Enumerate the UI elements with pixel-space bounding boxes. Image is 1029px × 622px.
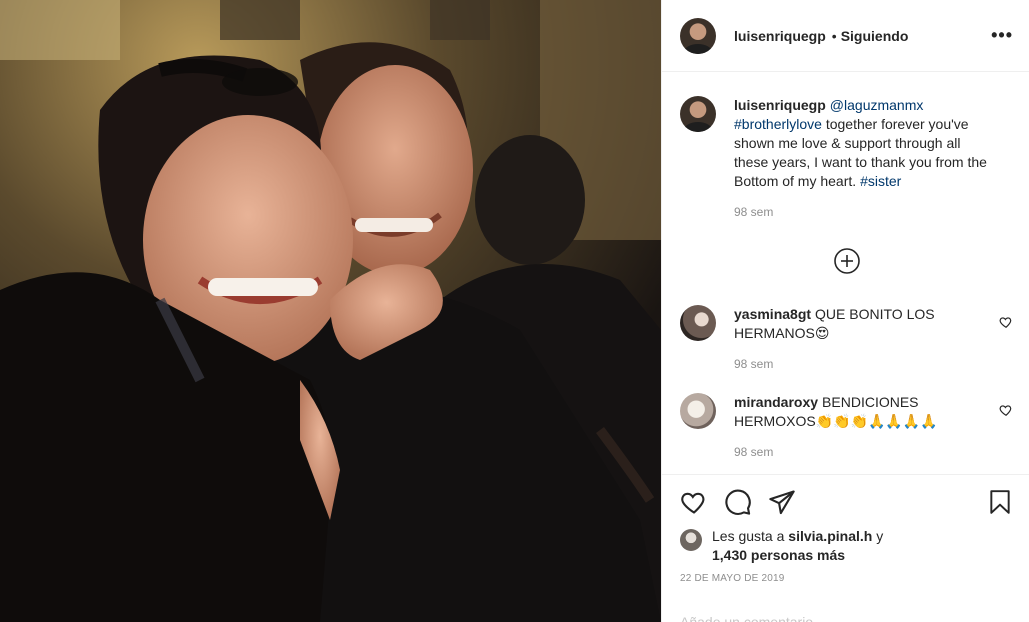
caption: luisenriquegp @laguzmanmx #brotherlylove …: [680, 96, 1013, 219]
likes-prefix: Les gusta a: [712, 528, 789, 544]
commenter-avatar[interactable]: [680, 393, 716, 429]
caption-hashtag-sister[interactable]: #sister: [860, 173, 901, 189]
post-actions: Les gusta a silvia.pinal.h y 1,430 perso…: [662, 474, 1029, 622]
comment-body: yasmina8gt QUE BONITO LOS HERMANOS😍 98 se…: [734, 305, 1013, 371]
post-date[interactable]: 22 DE MAYO DE 2019: [680, 573, 1013, 584]
follow-status-button[interactable]: Siguiendo: [841, 28, 909, 44]
bookmark-icon[interactable]: [987, 488, 1013, 516]
header-separator: •: [831, 27, 837, 44]
author-avatar[interactable]: [680, 17, 716, 54]
comment-emoji: 👏👏👏🙏🙏🙏🙏: [815, 413, 938, 429]
caption-body: luisenriquegp @laguzmanmx #brotherlylove …: [734, 96, 1013, 219]
instagram-post: luisenriquegp • Siguiendo ••• luisenriqu…: [0, 0, 1029, 622]
comment-body: mirandaroxy BENDICIONES HERMOXOS👏👏👏🙏🙏🙏🙏 9…: [734, 393, 1013, 459]
comment-time[interactable]: 98 sem: [734, 445, 991, 459]
load-more-comments[interactable]: [680, 247, 1013, 275]
comments-list: luisenriquegp @laguzmanmx #brotherlylove …: [662, 72, 1029, 474]
caption-username[interactable]: luisenriquegp: [734, 97, 826, 113]
comment-like-heart-icon[interactable]: [999, 315, 1013, 329]
add-comment-input[interactable]: Añade un comentario...: [680, 614, 1013, 622]
caption-text: luisenriquegp @laguzmanmx #brotherlylove …: [734, 96, 991, 191]
caption-author-avatar[interactable]: [680, 96, 716, 132]
heart-icon[interactable]: [680, 488, 708, 516]
comment-item: mirandaroxy BENDICIONES HERMOXOS👏👏👏🙏🙏🙏🙏 9…: [680, 393, 1013, 459]
likes-summary: Les gusta a silvia.pinal.h y 1,430 perso…: [680, 527, 1013, 565]
post-side-panel: luisenriquegp • Siguiendo ••• luisenriqu…: [661, 0, 1029, 622]
comment-like-heart-icon[interactable]: [999, 403, 1013, 417]
likes-text: Les gusta a silvia.pinal.h y 1,430 perso…: [712, 527, 883, 565]
comment-icon[interactable]: [724, 488, 752, 516]
comment-username[interactable]: mirandaroxy: [734, 394, 818, 410]
post-photo-illustration: [0, 0, 661, 622]
likes-conj: y: [872, 528, 884, 544]
comment-time[interactable]: 98 sem: [734, 357, 991, 371]
author-username[interactable]: luisenriquegp: [734, 28, 826, 44]
post-header: luisenriquegp • Siguiendo •••: [662, 0, 1029, 72]
comment-emoji: 😍: [814, 325, 830, 341]
caption-mention[interactable]: @laguzmanmx: [830, 97, 924, 113]
comment-username[interactable]: yasmina8gt: [734, 306, 811, 322]
plus-circle-icon[interactable]: [833, 247, 861, 275]
commenter-avatar[interactable]: [680, 305, 716, 341]
more-options-icon[interactable]: •••: [991, 25, 1013, 46]
likes-count[interactable]: 1,430 personas más: [712, 547, 845, 563]
comment-text: yasmina8gt QUE BONITO LOS HERMANOS😍: [734, 305, 991, 343]
comment-text: mirandaroxy BENDICIONES HERMOXOS👏👏👏🙏🙏🙏🙏: [734, 393, 991, 431]
comment-item: yasmina8gt QUE BONITO LOS HERMANOS😍 98 se…: [680, 305, 1013, 371]
caption-time[interactable]: 98 sem: [734, 205, 991, 219]
liker-username[interactable]: silvia.pinal.h: [788, 528, 872, 544]
liker-avatar[interactable]: [680, 529, 702, 551]
post-photo[interactable]: [0, 0, 661, 622]
share-icon[interactable]: [768, 488, 796, 516]
caption-hashtag-brotherlylove[interactable]: #brotherlylove: [734, 116, 822, 132]
action-icons: [680, 487, 1013, 517]
